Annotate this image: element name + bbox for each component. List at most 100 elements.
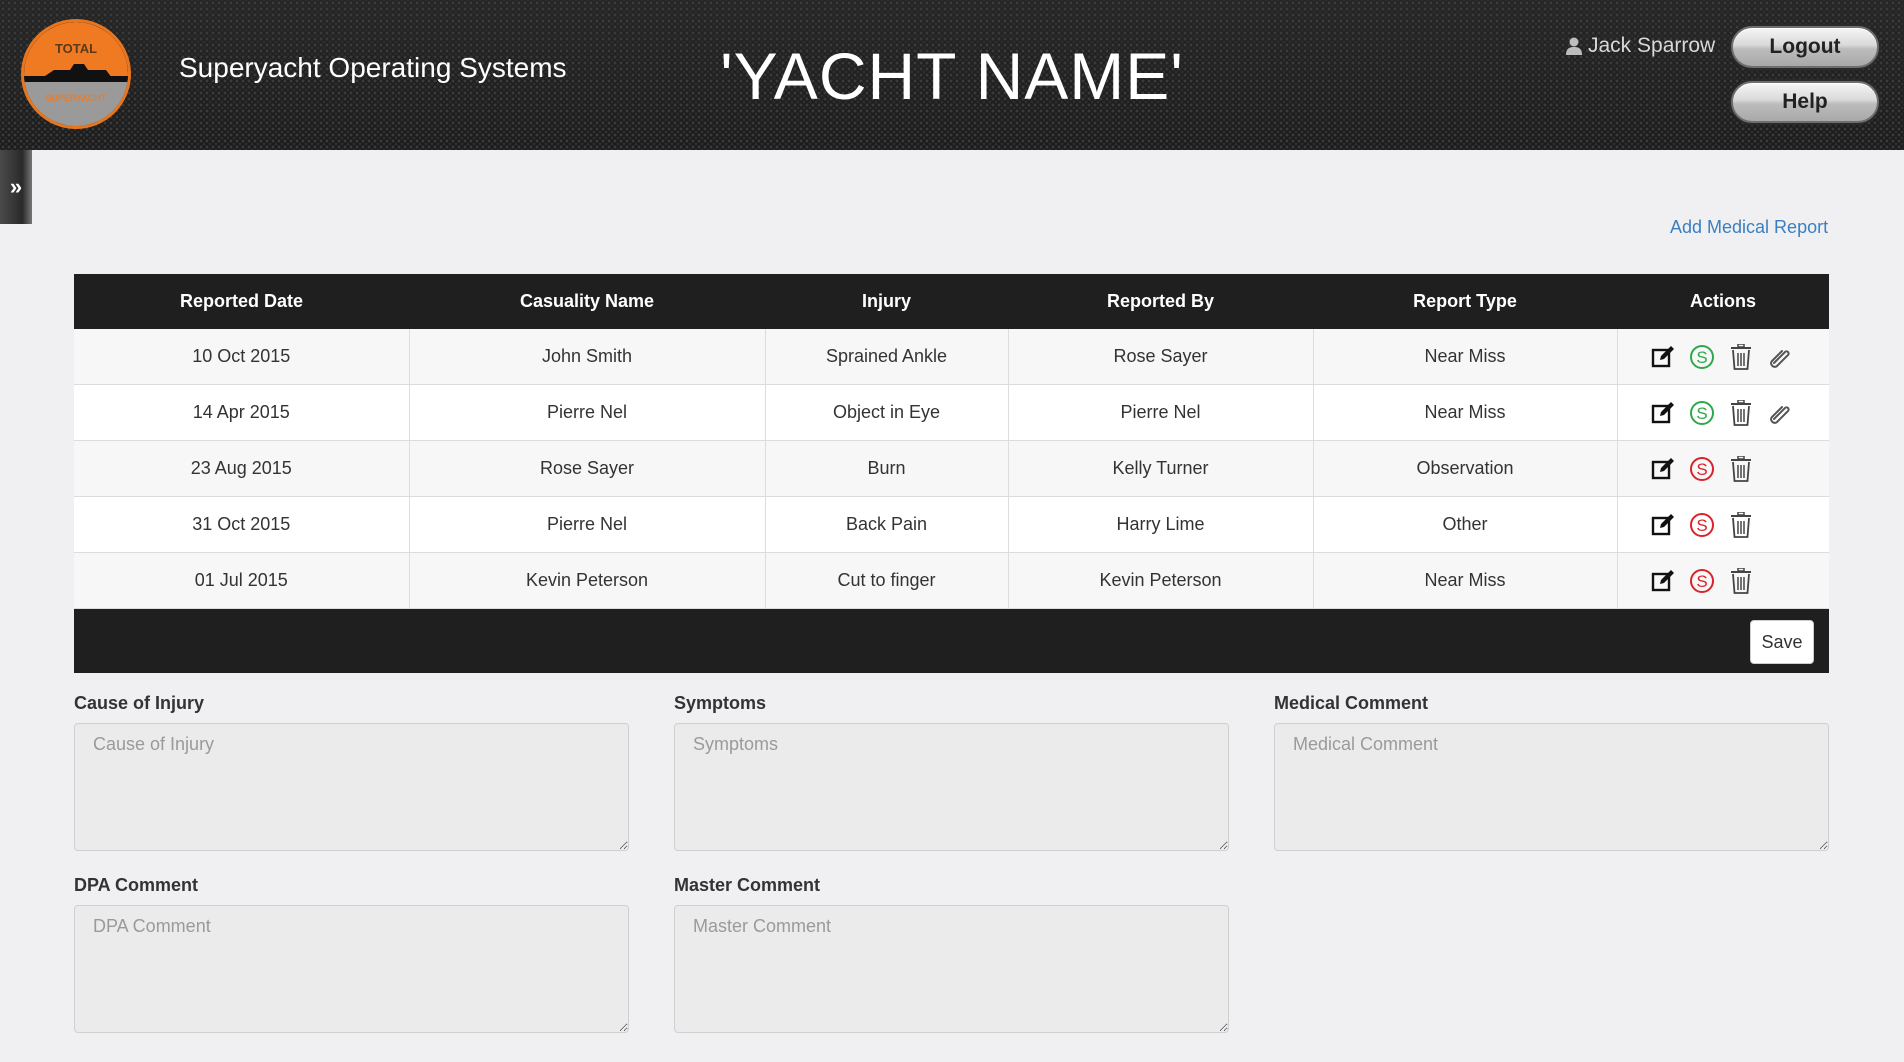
cell-reported-by: Harry Lime xyxy=(1008,496,1314,553)
symptoms-label: Symptoms xyxy=(674,693,767,713)
cause-of-injury-label: Cause of Injury xyxy=(74,693,205,713)
cell-actions: S xyxy=(1617,329,1829,385)
save-button[interactable]: Save xyxy=(1750,620,1814,664)
svg-text:S: S xyxy=(1696,572,1707,591)
cell-injury: Cut to finger xyxy=(765,552,1009,609)
cell-actions: S xyxy=(1617,496,1830,553)
cell-injury: Object in Eye xyxy=(765,384,1009,441)
cell-reported-date: 23 Aug 2015 xyxy=(74,440,410,497)
row-actions: S xyxy=(1618,455,1830,482)
row-actions: S xyxy=(1618,511,1830,538)
cell-reported-by: Pierre Nel xyxy=(1008,384,1314,441)
cause-of-injury-field: Cause of Injury xyxy=(74,693,629,856)
edit-icon[interactable] xyxy=(1650,455,1677,482)
cell-reported-by: Rose Sayer xyxy=(1008,329,1314,385)
app-header: TOTAL SUPERYACHT Superyacht Operating Sy… xyxy=(0,0,1904,150)
cell-report-type: Near Miss xyxy=(1313,552,1618,609)
medical-comment-field: Medical Comment xyxy=(1274,693,1829,856)
master-comment-field: Master Comment xyxy=(674,875,1229,1038)
cell-actions: S xyxy=(1617,552,1830,609)
table-row[interactable]: 10 Oct 2015 John Smith Sprained Ankle Rose … xyxy=(74,329,1829,385)
col-injury[interactable]: Injury xyxy=(765,274,1008,329)
medical-comment-input[interactable] xyxy=(1274,723,1829,851)
sign-icon[interactable]: S xyxy=(1689,567,1716,594)
cell-reported-by: Kevin Peterson xyxy=(1008,552,1314,609)
cell-injury: Burn xyxy=(765,440,1009,497)
cell-injury: Sprained Ankle xyxy=(765,329,1009,385)
logo: TOTAL SUPERYACHT xyxy=(21,19,131,129)
sidebar-toggle[interactable]: » xyxy=(0,150,32,224)
sign-icon[interactable]: S xyxy=(1689,343,1716,370)
cell-actions: S xyxy=(1617,384,1830,441)
col-reported-by[interactable]: Reported By xyxy=(1008,274,1313,329)
paperclip-icon[interactable] xyxy=(1767,399,1794,426)
row-actions: S xyxy=(1618,567,1830,594)
current-user: Jack Sparrow xyxy=(1566,34,1715,58)
col-reported-date[interactable]: Reported Date xyxy=(74,274,409,329)
help-button[interactable]: Help xyxy=(1731,81,1879,123)
cell-casuality-name: Kevin Peterson xyxy=(409,552,766,609)
cell-report-type: Near Miss xyxy=(1313,384,1618,441)
cell-report-type: Observation xyxy=(1313,440,1618,497)
master-comment-input[interactable] xyxy=(674,905,1229,1033)
logo-top-text: TOTAL xyxy=(55,41,97,56)
logo-bottom-text: SUPERYACHT xyxy=(46,93,107,103)
table-footer: Save xyxy=(74,609,1829,673)
table-header-row: Reported Date Casuality Name Injury Repo… xyxy=(74,274,1829,329)
cell-casuality-name: Pierre Nel xyxy=(409,384,766,441)
symptoms-field: Symptoms xyxy=(674,693,1229,856)
col-report-type[interactable]: Report Type xyxy=(1313,274,1617,329)
trash-icon[interactable] xyxy=(1728,511,1755,538)
cell-report-type: Other xyxy=(1313,496,1618,553)
trash-icon[interactable] xyxy=(1728,455,1755,482)
symptoms-input[interactable] xyxy=(674,723,1229,851)
logout-button[interactable]: Logout xyxy=(1731,26,1879,68)
medical-comment-label: Medical Comment xyxy=(1274,693,1429,713)
edit-icon[interactable] xyxy=(1650,343,1677,370)
medical-reports-table: Reported Date Casuality Name Injury Repo… xyxy=(74,274,1829,673)
dpa-comment-field: DPA Comment xyxy=(74,875,629,1038)
row-actions: S xyxy=(1618,343,1830,370)
cell-casuality-name: John Smith xyxy=(409,329,766,385)
user-icon xyxy=(1566,37,1582,55)
cell-injury: Back Pain xyxy=(765,496,1009,553)
double-chevron-right-icon: » xyxy=(9,174,23,199)
table-row[interactable]: 31 Oct 2015 Pierre Nel Back Pain Harry Lime… xyxy=(74,496,1830,553)
cell-report-type: Near Miss xyxy=(1313,329,1618,385)
cell-reported-by: Kelly Turner xyxy=(1008,440,1314,497)
svg-text:S: S xyxy=(1696,348,1707,367)
cause-of-injury-input[interactable] xyxy=(74,723,629,851)
svg-text:S: S xyxy=(1696,404,1707,423)
sign-icon[interactable]: S xyxy=(1689,511,1716,538)
dpa-comment-input[interactable] xyxy=(74,905,629,1033)
sign-icon[interactable]: S xyxy=(1689,399,1716,426)
svg-text:S: S xyxy=(1696,460,1707,479)
trash-icon[interactable] xyxy=(1728,567,1755,594)
table-row[interactable]: 01 Jul 2015 Kevin Peterson Cut to finger Ke… xyxy=(74,552,1830,609)
table-row[interactable]: 23 Aug 2015 Rose Sayer Burn Kelly Turner Obs… xyxy=(74,440,1830,497)
svg-text:S: S xyxy=(1696,516,1707,535)
col-actions: Actions xyxy=(1617,274,1829,329)
cell-casuality-name: Pierre Nel xyxy=(409,496,766,553)
edit-icon[interactable] xyxy=(1650,399,1677,426)
col-casuality-name[interactable]: Casuality Name xyxy=(409,274,765,329)
cell-casuality-name: Rose Sayer xyxy=(409,440,766,497)
cell-reported-date: 14 Apr 2015 xyxy=(74,384,410,441)
row-actions: S xyxy=(1618,399,1830,426)
add-medical-report-link[interactable]: Add Medical Report xyxy=(1670,217,1828,238)
cell-actions: S xyxy=(1617,440,1830,497)
edit-icon[interactable] xyxy=(1650,511,1677,538)
table-row[interactable]: 14 Apr 2015 Pierre Nel Object in Eye Pierre… xyxy=(74,384,1830,441)
trash-icon[interactable] xyxy=(1728,399,1755,426)
dpa-comment-label: DPA Comment xyxy=(74,875,199,895)
master-comment-label: Master Comment xyxy=(674,875,821,895)
cell-reported-date: 31 Oct 2015 xyxy=(74,496,410,553)
edit-icon[interactable] xyxy=(1650,567,1677,594)
trash-icon[interactable] xyxy=(1728,343,1755,370)
paperclip-icon[interactable] xyxy=(1767,343,1794,370)
cell-reported-date: 01 Jul 2015 xyxy=(74,552,410,609)
user-name: Jack Sparrow xyxy=(1588,34,1716,57)
sign-icon[interactable]: S xyxy=(1689,455,1716,482)
app-title: Superyacht Operating Systems xyxy=(179,52,567,83)
cell-reported-date: 10 Oct 2015 xyxy=(74,329,410,385)
